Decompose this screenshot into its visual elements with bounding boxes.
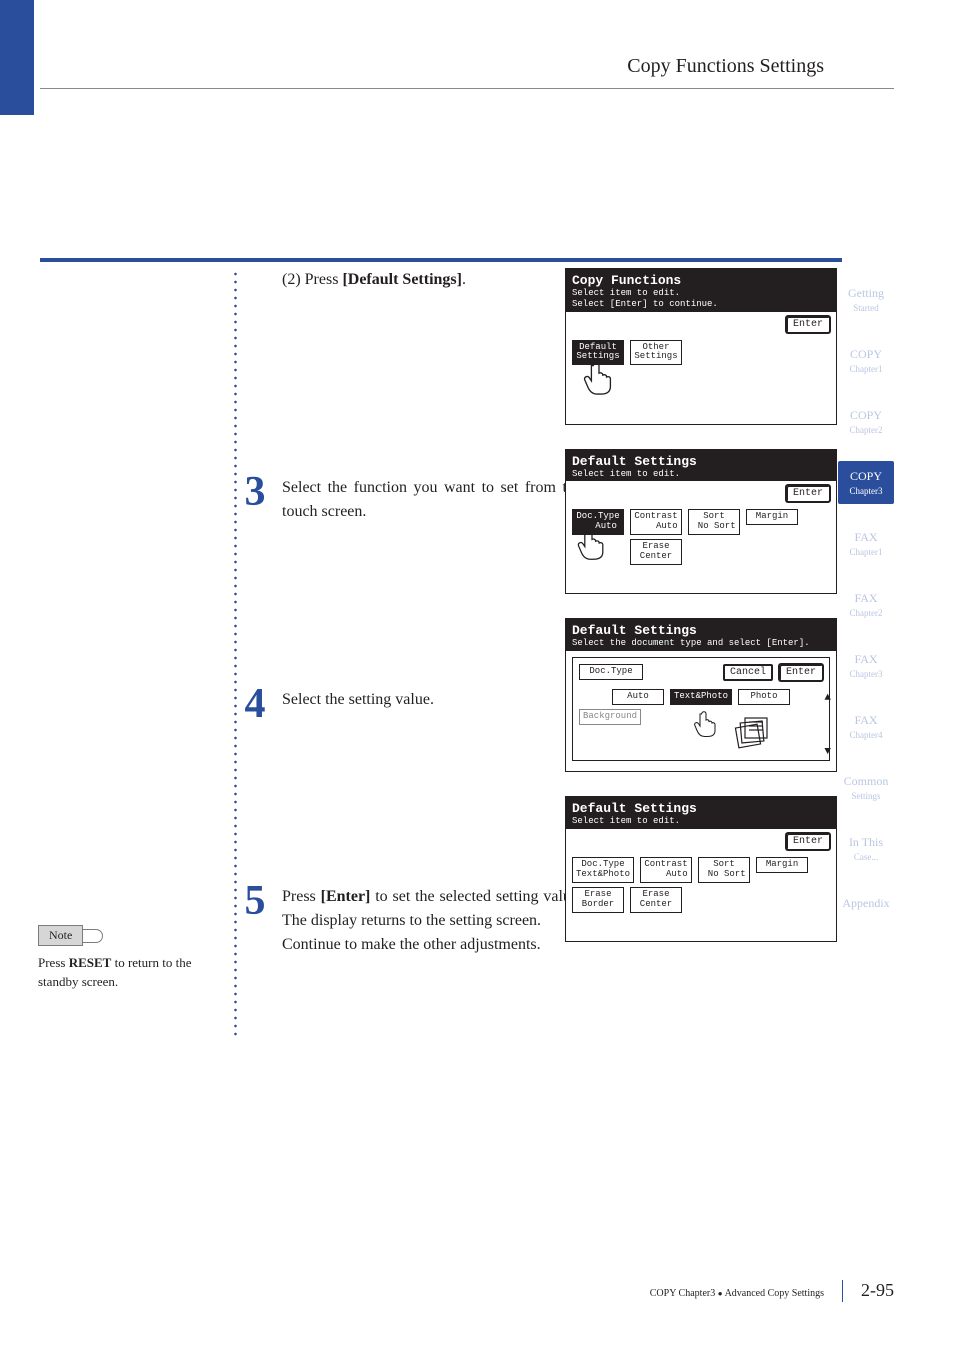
lcd3-background-button[interactable]: Background <box>579 709 641 725</box>
lcd4-erase-center-button[interactable]: Erase Center <box>630 887 682 913</box>
note-heading: Note <box>38 925 216 946</box>
step-4-number: 4 <box>240 688 270 722</box>
lcd4-erase-border-button[interactable]: Erase Border <box>572 887 624 913</box>
lcd4-doctype-button[interactable]: Doc.Type Text&Photo <box>572 857 634 883</box>
step-3-number: 3 <box>240 476 270 510</box>
note-label: Note <box>38 925 83 946</box>
document-stack-icon <box>731 712 771 756</box>
lcd4-contrast-button[interactable]: Contrast Auto <box>640 857 692 883</box>
lcd4-enter-button[interactable]: Enter <box>786 833 830 850</box>
lcd-default-settings-list: Default Settings Select item to edit. En… <box>565 449 837 595</box>
lcd1-other-settings-button[interactable]: Other Settings <box>630 340 682 366</box>
pointer-hand-icon <box>574 525 610 565</box>
tab-common-settings[interactable]: CommonSettings <box>838 766 894 809</box>
lcd2-title: Default Settings <box>572 454 830 469</box>
tab-copy-ch1[interactable]: COPYChapter1 <box>838 339 894 382</box>
footer-breadcrumb: COPY Chapter3 ● Advanced Copy Settings <box>650 1288 824 1299</box>
tab-getting-started[interactable]: GettingStarted <box>838 278 894 321</box>
dotted-guide-line <box>234 270 237 1040</box>
step-2-text: (2) Press [Default Settings]. <box>282 268 582 292</box>
lcd3-photo-button[interactable]: Photo <box>738 689 790 705</box>
step-5-text: Press [Enter] to set the selected settin… <box>282 885 582 957</box>
bullet-icon: ● <box>718 1289 725 1298</box>
lcd4-margin-button[interactable]: Margin <box>756 857 808 873</box>
lcd2-enter-button[interactable]: Enter <box>786 485 830 502</box>
lcd3-auto-button[interactable]: Auto <box>612 689 664 705</box>
lcd4-sub: Select item to edit. <box>572 816 830 827</box>
lcd2-margin-button[interactable]: Margin <box>746 509 798 525</box>
lcd1-sub1: Select item to edit. <box>572 288 830 299</box>
note-text: Press RESET to return to the standby scr… <box>38 954 216 992</box>
note-block: Note Press RESET to return to the standb… <box>38 925 216 992</box>
tab-copy-ch2[interactable]: COPYChapter2 <box>838 400 894 443</box>
tab-fax-ch3[interactable]: FAXChapter3 <box>838 644 894 687</box>
scroll-up-icon[interactable]: ▲ <box>824 692 831 704</box>
content-top-rule <box>40 258 842 262</box>
lcd2-contrast-button[interactable]: Contrast Auto <box>630 509 682 535</box>
lcd1-title: Copy Functions <box>572 273 830 288</box>
lcd4-sort-button[interactable]: Sort No Sort <box>698 857 750 883</box>
lcd3-sub: Select the document type and select [Ent… <box>572 638 830 649</box>
lcd-copy-functions: Copy Functions Select item to edit. Sele… <box>565 268 837 425</box>
footer-divider <box>842 1280 843 1302</box>
lcd-column: Copy Functions Select item to edit. Sele… <box>565 268 845 942</box>
lcd1-enter-button[interactable]: Enter <box>786 316 830 333</box>
lcd3-panel-label: Doc.Type <box>579 664 643 680</box>
tab-fax-ch2[interactable]: FAXChapter2 <box>838 583 894 626</box>
lcd2-sort-button[interactable]: Sort No Sort <box>688 509 740 535</box>
page-accent-bar <box>0 0 34 115</box>
lcd3-title: Default Settings <box>572 623 830 638</box>
header-section-title: Copy Functions Settings <box>627 55 824 78</box>
header-rule <box>40 88 894 89</box>
lcd3-cancel-button[interactable]: Cancel <box>723 664 773 681</box>
side-tab-strip: GettingStarted COPYChapter1 COPYChapter2… <box>838 278 894 919</box>
lcd3-textphoto-button[interactable]: Text&Photo <box>670 689 732 705</box>
note-tab-icon <box>83 929 103 943</box>
lcd-doctype-select: Default Settings Select the document typ… <box>565 618 837 772</box>
page-number: 2-95 <box>861 1280 894 1301</box>
page-footer: COPY Chapter3 ● Advanced Copy Settings 2… <box>650 1280 894 1302</box>
lcd3-enter-button[interactable]: Enter <box>779 664 823 681</box>
pointer-hand-icon <box>580 358 618 400</box>
step-3-text: Select the function you want to set from… <box>282 476 582 524</box>
lcd2-sub: Select item to edit. <box>572 469 830 480</box>
tab-fax-ch4[interactable]: FAXChapter4 <box>838 705 894 748</box>
pointer-hand-icon <box>691 708 721 742</box>
step-5-number: 5 <box>240 885 270 919</box>
lcd4-title: Default Settings <box>572 801 830 816</box>
step-4-text: Select the setting value. <box>282 688 582 712</box>
lcd-default-settings-result: Default Settings Select item to edit. En… <box>565 796 837 942</box>
lcd1-sub2: Select [Enter] to continue. <box>572 299 830 310</box>
tab-in-this-case[interactable]: In ThisCase... <box>838 827 894 870</box>
tab-appendix[interactable]: Appendix <box>838 888 894 919</box>
tab-copy-ch3[interactable]: COPYChapter3 <box>838 461 894 504</box>
scroll-down-icon[interactable]: ▼ <box>824 746 831 758</box>
lcd2-erase-center-button[interactable]: Erase Center <box>630 539 682 565</box>
tab-fax-ch1[interactable]: FAXChapter1 <box>838 522 894 565</box>
